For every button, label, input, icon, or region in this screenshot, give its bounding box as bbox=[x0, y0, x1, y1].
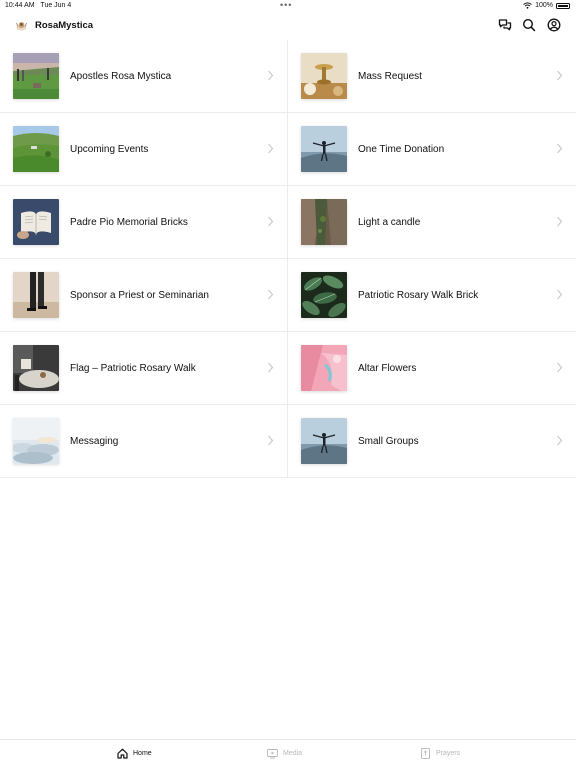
tab-prayers[interactable]: Prayers bbox=[420, 748, 460, 759]
chevron-right-icon bbox=[557, 362, 563, 373]
person-arms-open-thumbnail bbox=[301, 126, 347, 172]
menu-row: Messaging Small Groups bbox=[0, 405, 576, 478]
tab-prayers-label: Prayers bbox=[436, 750, 461, 757]
chevron-right-icon bbox=[268, 362, 274, 373]
menu-item-sponsor-a-priest-or-seminarian[interactable]: Sponsor a Priest or Seminarian bbox=[0, 259, 288, 331]
menu-item-label: Padre Pio Memorial Bricks bbox=[70, 217, 188, 228]
pink-abstract-thumbnail bbox=[301, 345, 347, 391]
menu-item-label: Mass Request bbox=[358, 71, 422, 82]
menu-row: Apostles Rosa Mystica Mass Request bbox=[0, 40, 576, 113]
battery-percent: 100% bbox=[535, 2, 553, 9]
tab-media-label: Media bbox=[283, 750, 303, 757]
profile-icon[interactable] bbox=[547, 18, 561, 32]
tab-home-label: Home bbox=[133, 750, 152, 757]
tab-home[interactable]: Home bbox=[117, 748, 152, 759]
chevron-right-icon bbox=[557, 435, 563, 446]
chat-icon[interactable] bbox=[498, 18, 512, 32]
chevron-right-icon bbox=[268, 289, 274, 300]
open-book-thumbnail bbox=[13, 199, 59, 245]
app-title: RosaMystica bbox=[35, 20, 94, 31]
menu-row: Sponsor a Priest or Seminarian Patriotic… bbox=[0, 259, 576, 332]
menu-item-label: Small Groups bbox=[358, 436, 419, 447]
menu-item-padre-pio-memorial-bricks[interactable]: Padre Pio Memorial Bricks bbox=[0, 186, 288, 258]
menu-item-one-time-donation[interactable]: One Time Donation bbox=[288, 113, 576, 185]
menu-item-messaging[interactable]: Messaging bbox=[0, 405, 288, 477]
status-date: Tue Jun 4 bbox=[40, 2, 72, 9]
chevron-right-icon bbox=[557, 289, 563, 300]
menu-item-label: Flag – Patriotic Rosary Walk bbox=[70, 363, 196, 374]
status-time: 10:44 AM Tue Jun 4 bbox=[5, 2, 71, 9]
chevron-right-icon bbox=[557, 70, 563, 81]
prayer-book-icon bbox=[421, 748, 430, 759]
menu-row: Padre Pio Memorial Bricks Light a candle bbox=[0, 186, 576, 259]
menu-item-altar-flowers[interactable]: Altar Flowers bbox=[288, 332, 576, 404]
person-arms-open-thumbnail bbox=[301, 418, 347, 464]
chevron-right-icon bbox=[268, 435, 274, 446]
status-clock: 10:44 AM bbox=[5, 2, 35, 9]
menu-item-upcoming-events[interactable]: Upcoming Events bbox=[0, 113, 288, 185]
menu-item-patriotic-rosary-walk-brick[interactable]: Patriotic Rosary Walk Brick bbox=[288, 259, 576, 331]
clouds-thumbnail bbox=[13, 418, 59, 464]
menu-item-label: Altar Flowers bbox=[358, 363, 417, 374]
walking-person-thumbnail bbox=[13, 272, 59, 318]
green-valley-thumbnail bbox=[13, 126, 59, 172]
menu-item-apostles-rosa-mystica[interactable]: Apostles Rosa Mystica bbox=[0, 40, 288, 112]
chevron-right-icon bbox=[268, 70, 274, 81]
menu-item-light-a-candle[interactable]: Light a candle bbox=[288, 186, 576, 258]
battery-icon bbox=[556, 2, 570, 9]
status-indicators: 100% bbox=[523, 2, 570, 9]
rose-logo-icon bbox=[16, 22, 27, 31]
menu-item-label: Apostles Rosa Mystica bbox=[70, 71, 172, 82]
menu-item-label: Messaging bbox=[70, 436, 119, 447]
home-icon bbox=[117, 748, 128, 759]
chevron-right-icon bbox=[268, 143, 274, 154]
app-header: RosaMystica bbox=[0, 12, 576, 40]
menu-row: Upcoming Events One Time Donation bbox=[0, 113, 576, 186]
menu-item-label: Upcoming Events bbox=[70, 144, 149, 155]
menu-item-label: One Time Donation bbox=[358, 144, 445, 155]
menu-grid: Apostles Rosa Mystica Mass Request Upcom… bbox=[0, 40, 576, 478]
pilgrims-field-thumbnail bbox=[13, 53, 59, 99]
menu-item-mass-request[interactable]: Mass Request bbox=[288, 40, 576, 112]
menu-item-flag-patriotic-rosary-walk[interactable]: Flag – Patriotic Rosary Walk bbox=[0, 332, 288, 404]
menu-row: Flag – Patriotic Rosary Walk Altar Flowe… bbox=[0, 332, 576, 405]
leaves-thumbnail bbox=[301, 272, 347, 318]
status-bar: 10:44 AM Tue Jun 4 ••• 100% bbox=[0, 0, 576, 12]
menu-item-small-groups[interactable]: Small Groups bbox=[288, 405, 576, 477]
multitasking-dots[interactable]: ••• bbox=[280, 0, 292, 10]
media-play-icon bbox=[267, 749, 278, 759]
menu-item-label: Light a candle bbox=[358, 217, 421, 228]
rock-cliff-thumbnail bbox=[301, 199, 347, 245]
wifi-icon bbox=[523, 2, 532, 9]
menu-item-label: Sponsor a Priest or Seminarian bbox=[70, 290, 209, 301]
cafe-table-thumbnail bbox=[13, 345, 59, 391]
tab-media[interactable]: Media bbox=[267, 748, 302, 759]
chevron-right-icon bbox=[557, 216, 563, 227]
chevron-right-icon bbox=[557, 143, 563, 154]
tab-bar: Home Media Prayers bbox=[0, 739, 576, 768]
search-icon[interactable] bbox=[522, 18, 536, 32]
chevron-right-icon bbox=[268, 216, 274, 227]
menu-item-label: Patriotic Rosary Walk Brick bbox=[358, 290, 479, 301]
chalice-thumbnail bbox=[301, 53, 347, 99]
